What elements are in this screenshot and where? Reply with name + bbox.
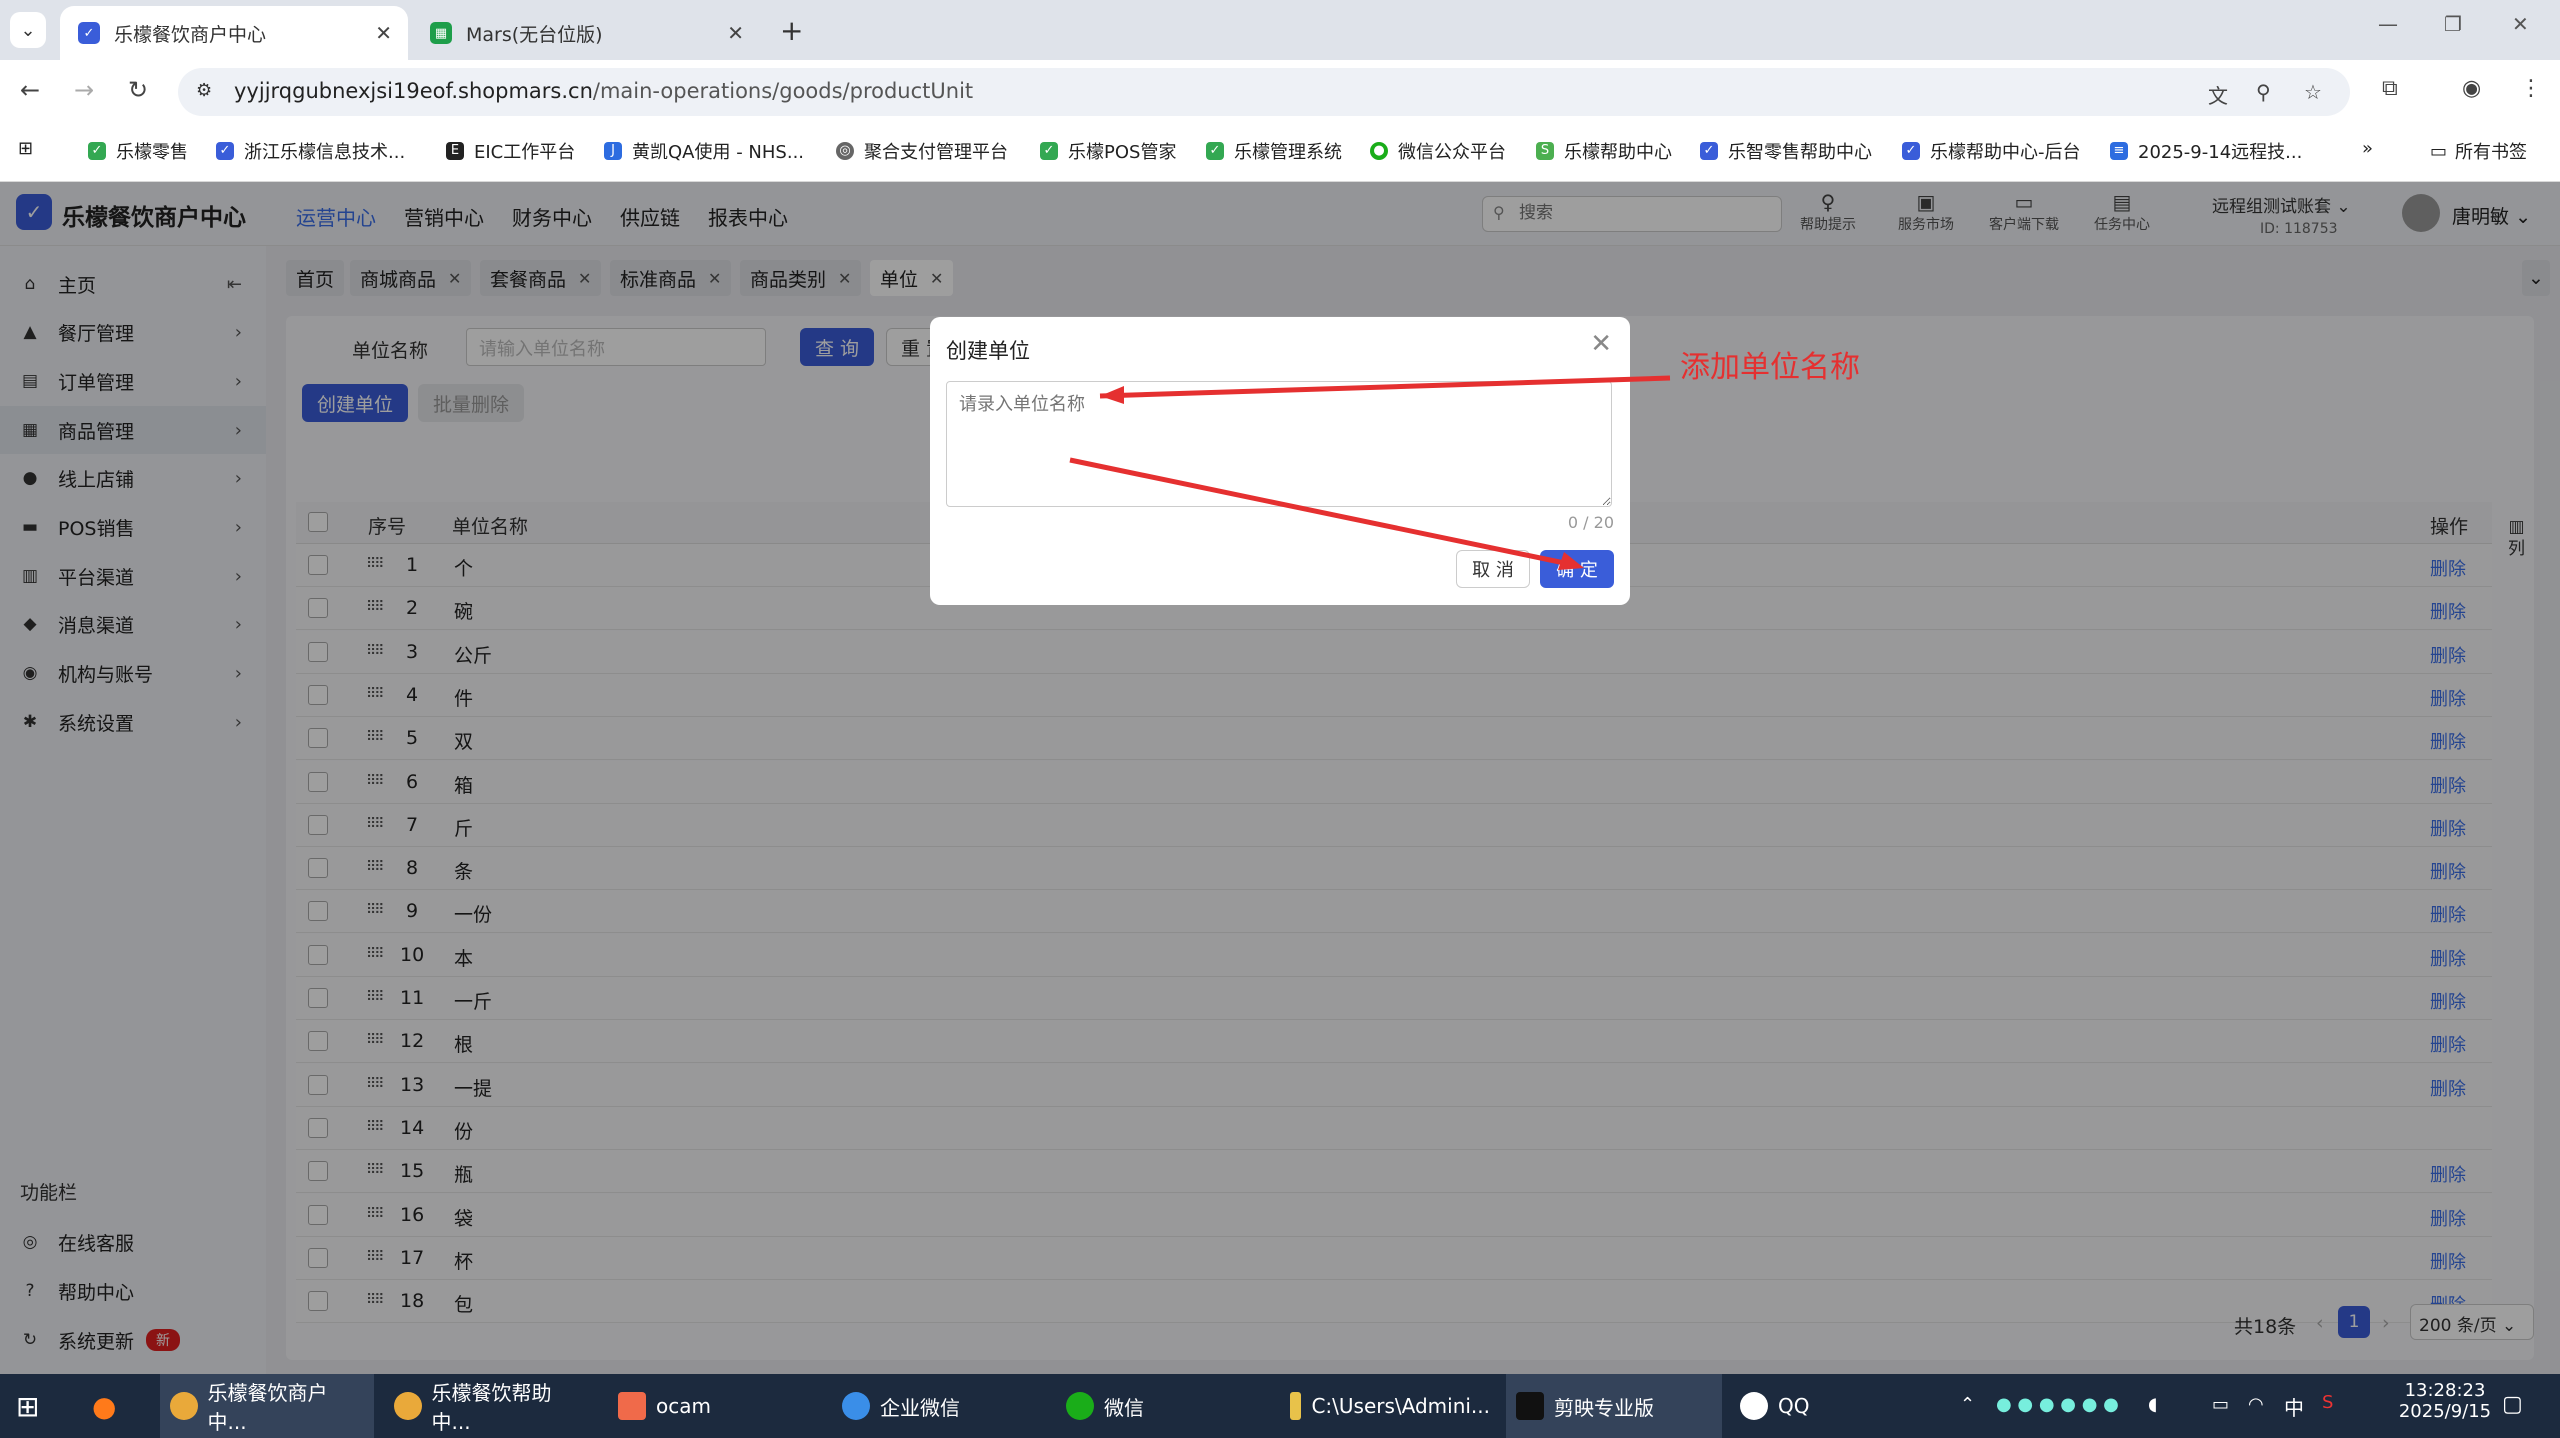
capcut-icon <box>1516 1392 1544 1420</box>
taskbar-app[interactable]: QQ <box>1730 1374 1850 1438</box>
notification-icon[interactable]: ▢ <box>2502 1392 2523 1417</box>
taskbar-app[interactable]: C:\Users\Admini... <box>1280 1374 1500 1438</box>
tray-apps-icon[interactable]: ● ● ● ● ● ● <box>1996 1394 2119 1415</box>
windows-taskbar: ⊞ ● 乐檬餐饮商户中... 乐檬餐饮帮助中... ocam 企业微信 微信 C… <box>0 1374 2560 1438</box>
chrome-icon <box>394 1392 422 1420</box>
battery-icon[interactable]: ▭ <box>2212 1394 2229 1415</box>
folder-icon <box>1290 1392 1302 1420</box>
taskbar-app[interactable]: ocam <box>608 1374 808 1438</box>
chrome-icon <box>170 1392 198 1420</box>
annotation-arrows <box>1069 375 1671 570</box>
arrow-head <box>1100 386 1124 404</box>
ocam-icon <box>618 1392 646 1420</box>
arrow-to-confirm <box>1069 457 1575 568</box>
taskbar-app[interactable]: 微信 <box>1056 1374 1256 1438</box>
volume-icon[interactable]: ◖ <box>2148 1394 2157 1415</box>
taskbar-app[interactable]: 乐檬餐饮商户中... <box>160 1374 374 1438</box>
wifi-icon[interactable]: ◠ <box>2248 1394 2264 1415</box>
tray-overflow-icon[interactable]: ⌃ <box>1960 1394 1975 1415</box>
clock[interactable]: 13:28:23 2025/9/15 <box>2390 1380 2500 1422</box>
arrow-head <box>1558 552 1584 570</box>
firefox-icon[interactable]: ● <box>92 1374 116 1438</box>
qq-icon <box>1740 1392 1768 1420</box>
wecom-icon <box>842 1392 870 1420</box>
annotation-label: 添加单位名称 <box>1680 350 1860 385</box>
windows-start-icon[interactable]: ⊞ <box>16 1374 39 1438</box>
taskbar-app[interactable]: 剪映专业版 <box>1506 1374 1722 1438</box>
taskbar-app[interactable]: 乐檬餐饮帮助中... <box>384 1374 598 1438</box>
arrow-to-input <box>1099 375 1671 399</box>
taskbar-app[interactable]: 企业微信 <box>832 1374 1032 1438</box>
sogou-icon[interactable]: S <box>2322 1392 2333 1413</box>
wechat-icon <box>1066 1392 1094 1420</box>
ime-indicator[interactable]: 中 <box>2284 1392 2304 1421</box>
